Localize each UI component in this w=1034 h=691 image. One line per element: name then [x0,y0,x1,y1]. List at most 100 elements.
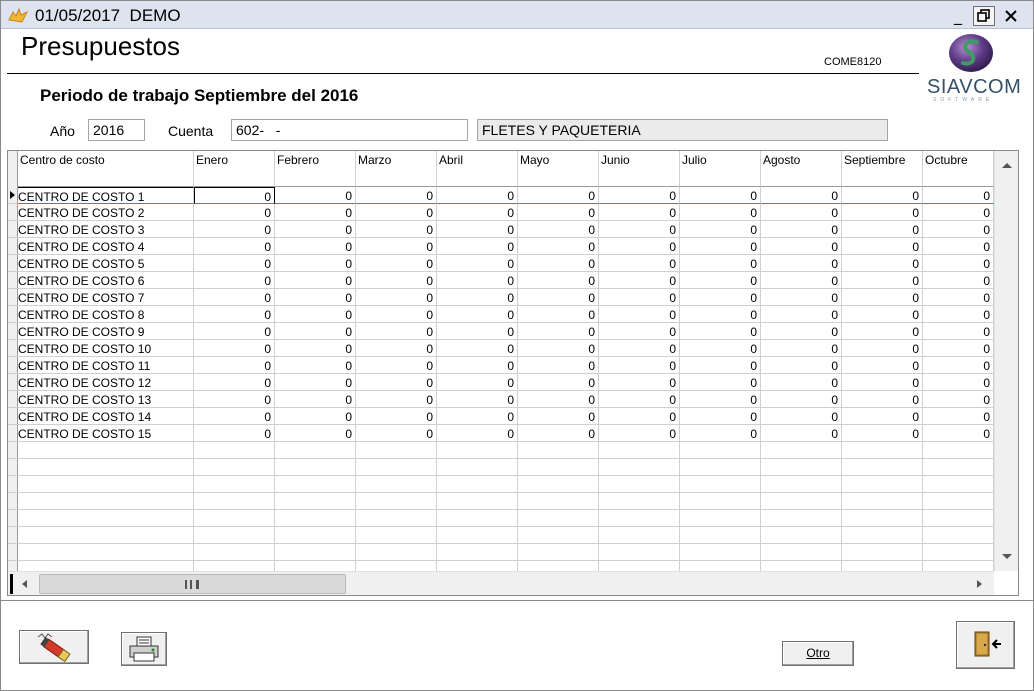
empty-cell[interactable] [842,510,923,527]
table-row[interactable]: CENTRO DE COSTO 80000000000 [18,306,994,323]
empty-cell[interactable] [194,459,275,476]
month-value-cell[interactable]: 0 [761,238,842,255]
scroll-right-icon[interactable] [977,580,982,588]
row-selector[interactable] [8,391,18,408]
cost-center-cell[interactable]: CENTRO DE COSTO 9 [18,323,194,340]
month-value-cell[interactable]: 0 [680,238,761,255]
month-value-cell[interactable]: 0 [437,391,518,408]
column-header[interactable]: Febrero [275,151,356,187]
row-selector[interactable] [8,510,18,527]
month-value-cell[interactable]: 0 [356,221,437,238]
empty-cell[interactable] [842,561,923,571]
month-value-cell[interactable]: 0 [437,374,518,391]
month-value-cell[interactable]: 0 [437,357,518,374]
month-value-cell[interactable]: 0 [194,408,275,425]
close-button[interactable] [1000,6,1022,26]
vertical-scrollbar[interactable] [994,151,1018,571]
month-value-cell[interactable]: 0 [194,289,275,306]
empty-cell[interactable] [599,442,680,459]
minimize-button[interactable]: _ [947,6,969,26]
horizontal-scrollbar[interactable] [8,571,994,595]
month-value-cell[interactable]: 0 [275,425,356,442]
month-value-cell[interactable]: 0 [518,306,599,323]
month-value-cell[interactable]: 0 [842,323,923,340]
month-value-cell[interactable]: 0 [599,357,680,374]
month-value-cell[interactable]: 0 [275,272,356,289]
empty-cell[interactable] [599,510,680,527]
empty-cell[interactable] [842,442,923,459]
empty-cell[interactable] [437,476,518,493]
cost-center-cell[interactable]: CENTRO DE COSTO 5 [18,255,194,272]
month-value-cell[interactable]: 0 [356,374,437,391]
month-value-cell[interactable]: 0 [356,204,437,221]
month-value-cell[interactable]: 0 [194,391,275,408]
row-selector[interactable] [8,561,18,571]
empty-cell[interactable] [275,459,356,476]
month-value-cell[interactable]: 0 [680,408,761,425]
month-value-cell[interactable]: 0 [437,272,518,289]
empty-cell[interactable] [923,459,994,476]
scroll-down-icon[interactable] [1002,554,1012,559]
month-value-cell[interactable]: 0 [599,425,680,442]
empty-cell[interactable] [437,493,518,510]
month-value-cell[interactable]: 0 [275,238,356,255]
empty-row[interactable] [18,459,994,476]
horizontal-scroll-thumb[interactable] [39,574,346,594]
empty-cell[interactable] [680,442,761,459]
month-value-cell[interactable]: 0 [923,323,994,340]
table-row[interactable]: CENTRO DE COSTO 60000000000 [18,272,994,289]
empty-cell[interactable] [356,527,437,544]
column-header[interactable]: Agosto [761,151,842,187]
month-value-cell[interactable]: 0 [437,323,518,340]
month-value-cell[interactable]: 0 [923,374,994,391]
month-value-cell[interactable]: 0 [194,306,275,323]
empty-cell[interactable] [275,476,356,493]
empty-cell[interactable] [518,510,599,527]
cost-center-cell[interactable]: CENTRO DE COSTO 2 [18,204,194,221]
month-value-cell[interactable]: 0 [437,425,518,442]
empty-row[interactable] [18,476,994,493]
empty-cell[interactable] [275,493,356,510]
row-selector[interactable] [8,340,18,357]
month-value-cell[interactable]: 0 [194,238,275,255]
month-value-cell[interactable]: 0 [518,272,599,289]
month-value-cell[interactable]: 0 [599,323,680,340]
row-selector[interactable] [8,204,18,221]
month-value-cell[interactable]: 0 [842,221,923,238]
column-header[interactable]: Marzo [356,151,437,187]
empty-cell[interactable] [923,527,994,544]
row-selector[interactable] [8,442,18,459]
cost-center-cell[interactable]: CENTRO DE COSTO 7 [18,289,194,306]
table-row[interactable]: CENTRO DE COSTO 40000000000 [18,238,994,255]
month-value-cell[interactable]: 0 [761,391,842,408]
empty-cell[interactable] [761,544,842,561]
empty-row[interactable] [18,442,994,459]
row-selector[interactable] [8,255,18,272]
empty-cell[interactable] [437,544,518,561]
month-value-cell[interactable]: 0 [275,187,356,204]
month-value-cell[interactable]: 0 [923,425,994,442]
empty-cell[interactable] [356,476,437,493]
account-field[interactable]: 602- - [231,119,468,141]
month-value-cell[interactable]: 0 [599,187,680,204]
month-value-cell[interactable]: 0 [437,340,518,357]
month-value-cell[interactable]: 0 [599,340,680,357]
month-value-cell[interactable]: 0 [437,238,518,255]
month-value-cell[interactable]: 0 [842,255,923,272]
month-value-cell[interactable]: 0 [680,323,761,340]
month-value-cell[interactable]: 0 [923,289,994,306]
empty-cell[interactable] [437,561,518,571]
empty-cell[interactable] [842,459,923,476]
empty-cell[interactable] [18,476,194,493]
empty-cell[interactable] [923,561,994,571]
empty-cell[interactable] [18,459,194,476]
month-value-cell[interactable]: 0 [518,408,599,425]
month-value-cell[interactable]: 0 [356,187,437,204]
cost-center-cell[interactable]: CENTRO DE COSTO 12 [18,374,194,391]
month-value-cell[interactable]: 0 [275,391,356,408]
month-value-cell[interactable]: 0 [761,323,842,340]
month-value-cell[interactable]: 0 [518,221,599,238]
month-value-cell[interactable]: 0 [842,306,923,323]
month-value-cell[interactable]: 0 [356,238,437,255]
empty-cell[interactable] [18,510,194,527]
